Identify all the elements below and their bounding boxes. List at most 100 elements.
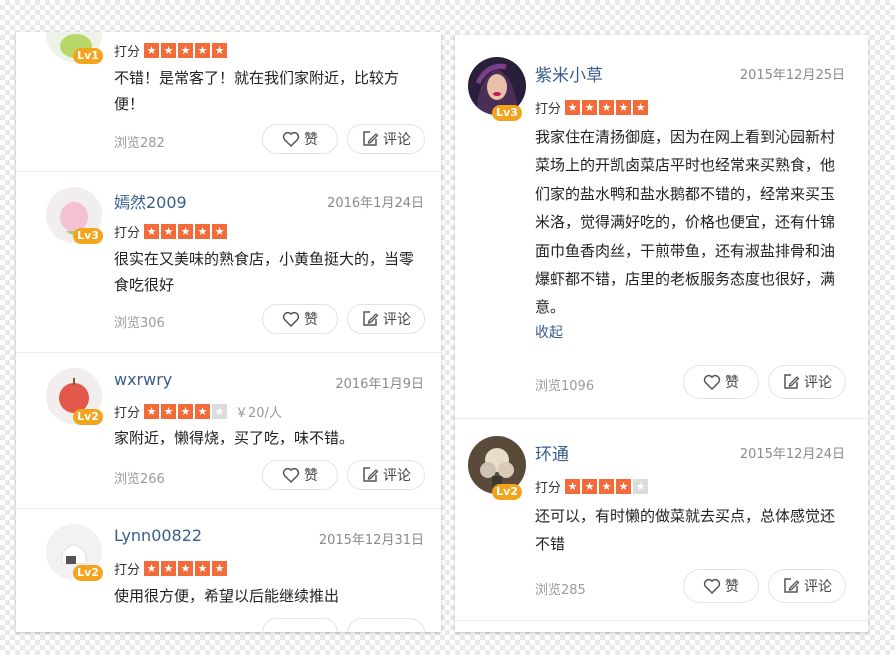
comment-button[interactable]: 评论 — [768, 365, 846, 399]
collapse-link[interactable]: 收起 — [535, 322, 563, 342]
left-review-panel: Lv1 打分 ★ ★ ★ ★ ★ 不错！是常客了！就在我们家附近，比较方便！ 浏览282… — [16, 32, 441, 632]
review-date: 2015年12月25日 — [739, 68, 845, 83]
rating-label: 打分 — [114, 225, 141, 241]
level-badge: Lv2 — [73, 565, 103, 581]
review-date: 2016年1月24日 — [327, 196, 424, 211]
heart-icon — [703, 578, 721, 594]
comment-label: 评论 — [804, 579, 832, 595]
comment-edit-icon — [782, 373, 800, 391]
username[interactable]: 嫣然2009 — [114, 189, 187, 213]
star-filled-icon: ★ — [161, 560, 177, 576]
like-label: 赞 — [304, 132, 318, 148]
like-button[interactable]: 赞 — [683, 365, 759, 399]
comment-button[interactable] — [347, 618, 425, 632]
rating-label: 打分 — [535, 101, 562, 117]
like-label: 赞 — [725, 375, 739, 391]
rating-label: 打分 — [114, 562, 141, 578]
star-filled-icon: ★ — [195, 223, 211, 239]
rating-stars: ★ ★ ★ ★ ★ — [144, 560, 229, 576]
level-badge: Lv2 — [73, 409, 103, 425]
rating-row: 打分 ★ ★ ★ ★ ★ ￥20/人 — [114, 401, 282, 421]
star-filled-icon: ★ — [616, 99, 632, 115]
star-filled-icon: ★ — [144, 560, 160, 576]
star-filled-icon: ★ — [178, 42, 194, 58]
username[interactable]: wxrwry — [114, 370, 172, 389]
star-filled-icon: ★ — [212, 560, 228, 576]
star-filled-icon: ★ — [178, 403, 194, 419]
rating-label: 打分 — [535, 480, 562, 496]
review-card: Lv2 环通 2015年12月24日 打分 ★ ★ ★ ★ ★ 还可以，有时懒的做菜就去… — [455, 418, 868, 621]
view-count: 浏览1096 — [535, 379, 595, 394]
like-button[interactable] — [262, 618, 338, 632]
rating-row: 打分 ★ ★ ★ ★ ★ — [114, 221, 235, 241]
like-label: 赞 — [725, 579, 739, 595]
comment-edit-icon — [361, 130, 379, 148]
view-count: 浏览285 — [535, 583, 586, 598]
comment-label: 评论 — [804, 375, 832, 391]
review-date: 2015年12月24日 — [739, 447, 845, 462]
comment-label: 评论 — [383, 132, 411, 148]
star-filled-icon: ★ — [582, 99, 598, 115]
username[interactable]: 环通 — [535, 440, 569, 465]
comment-label: 评论 — [383, 312, 411, 328]
star-filled-icon: ★ — [599, 478, 615, 494]
rating-stars: ★ ★ ★ ★ ★ — [565, 478, 650, 494]
username[interactable]: Lynn00822 — [114, 526, 202, 545]
level-badge: Lv2 — [492, 484, 522, 500]
price-per-person: ￥20/人 — [235, 405, 282, 421]
review-card: Lv1 打分 ★ ★ ★ ★ ★ 不错！是常客了！就在我们家附近，比较方便！ 浏览282… — [16, 32, 441, 172]
rating-label: 打分 — [114, 405, 141, 421]
heart-icon — [282, 311, 300, 327]
like-button[interactable]: 赞 — [262, 124, 338, 154]
star-filled-icon: ★ — [178, 223, 194, 239]
like-button[interactable]: 赞 — [683, 569, 759, 603]
like-button[interactable]: 赞 — [262, 460, 338, 490]
comment-button[interactable]: 评论 — [347, 304, 425, 334]
review-content: 我家住在清扬御庭，因为在网上看到沁园新村菜场上的开凯卤菜店平时也经常来买熟食，他… — [535, 128, 836, 317]
review-date: 2015年12月31日 — [318, 533, 424, 548]
like-button[interactable]: 赞 — [262, 304, 338, 334]
comment-button[interactable]: 评论 — [768, 569, 846, 603]
like-label: 赞 — [304, 312, 318, 328]
rating-row: 打分 ★ ★ ★ ★ ★ — [114, 558, 235, 578]
review-card: Lv3 紫米小草 2015年12月25日 打分 ★ ★ ★ ★ ★ 我家住在清扬御庭，因… — [455, 39, 868, 419]
comment-button[interactable]: 评论 — [347, 460, 425, 490]
star-filled-icon: ★ — [195, 42, 211, 58]
level-badge: Lv1 — [73, 48, 103, 64]
rating-row: 打分 ★ ★ ★ ★ ★ — [114, 40, 235, 60]
level-badge: Lv3 — [73, 228, 103, 244]
review-content: 不错！是常客了！就在我们家附近，比较方便！ — [114, 69, 400, 113]
comment-edit-icon — [782, 577, 800, 595]
rating-stars: ★ ★ ★ ★ ★ — [144, 403, 229, 419]
heart-icon — [703, 374, 721, 390]
view-count: 浏览306 — [114, 316, 165, 331]
like-label: 赞 — [304, 468, 318, 484]
star-filled-icon: ★ — [565, 478, 581, 494]
comment-label: 评论 — [383, 468, 411, 484]
star-filled-icon: ★ — [144, 403, 160, 419]
review-content: 还可以，有时懒的做菜就去买点，总体感觉还不错 — [535, 507, 836, 554]
star-filled-icon: ★ — [178, 560, 194, 576]
level-badge: Lv3 — [492, 105, 522, 121]
star-filled-icon: ★ — [599, 99, 615, 115]
review-content: 很实在又美味的熟食店，小黄鱼挺大的，当零食吃很好 — [114, 250, 415, 294]
heart-icon — [282, 467, 300, 483]
view-count: 浏览282 — [114, 136, 165, 151]
heart-icon — [282, 131, 300, 147]
username[interactable]: 紫米小草 — [535, 61, 603, 86]
review-content: 使用很方便，希望以后能继续推出 — [114, 587, 340, 605]
star-filled-icon: ★ — [212, 223, 228, 239]
review-card: Lv3 嫣然2009 2016年1月24日 打分 ★ ★ ★ ★ ★ 很实在又美味的熟食… — [16, 171, 441, 353]
comment-edit-icon — [361, 466, 379, 484]
star-filled-icon: ★ — [144, 223, 160, 239]
star-empty-icon: ★ — [633, 478, 649, 494]
rating-label: 打分 — [114, 44, 141, 60]
rating-stars: ★ ★ ★ ★ ★ — [144, 223, 229, 239]
review-date: 2016年1月9日 — [335, 377, 424, 392]
rating-row: 打分 ★ ★ ★ ★ ★ — [535, 97, 650, 117]
comment-edit-icon — [361, 310, 379, 328]
right-review-panel: Lv3 紫米小草 2015年12月25日 打分 ★ ★ ★ ★ ★ 我家住在清扬御庭，因… — [455, 35, 868, 632]
review-card: Lv2 wxrwry 2016年1月9日 打分 ★ ★ ★ ★ ★ ￥20/人 家附近，… — [16, 352, 441, 509]
comment-button[interactable]: 评论 — [347, 124, 425, 154]
star-filled-icon: ★ — [161, 42, 177, 58]
